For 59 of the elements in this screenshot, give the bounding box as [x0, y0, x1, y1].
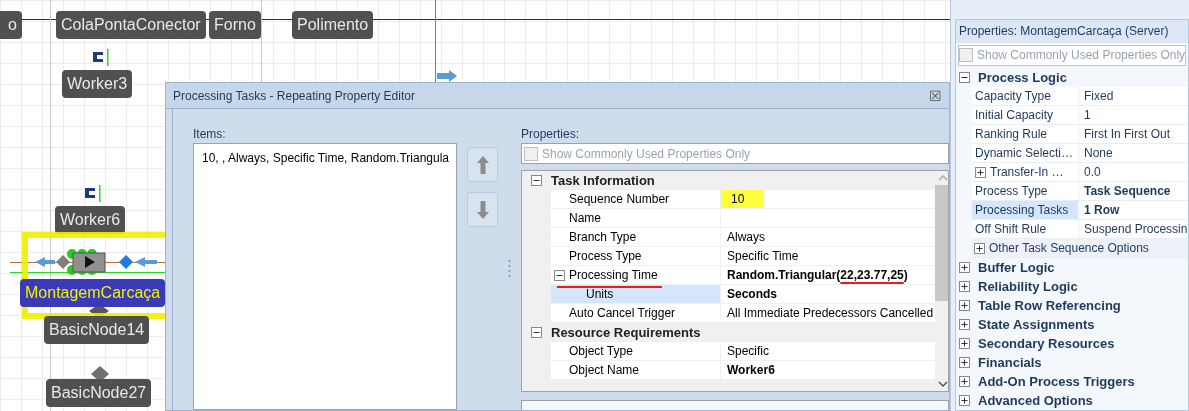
group-header[interactable]: Advanced Options: [978, 390, 1093, 410]
items-label: Items:: [193, 126, 227, 141]
move-up-button[interactable]: [467, 147, 498, 182]
expand-icon[interactable]: [959, 395, 970, 406]
expand-icon[interactable]: [974, 242, 985, 254]
object-label[interactable]: BasicNode14: [44, 316, 150, 344]
down-arrow-icon: [476, 200, 489, 219]
up-arrow-icon: [476, 155, 489, 174]
group-header[interactable]: Task Information: [551, 171, 655, 191]
group-header[interactable]: Add-On Process Triggers: [978, 371, 1135, 392]
checkbox-icon[interactable]: [959, 48, 973, 63]
object-label[interactable]: BasicNode27: [46, 379, 152, 407]
group-header[interactable]: Process Logic: [978, 67, 1067, 88]
move-down-button[interactable]: [467, 192, 498, 227]
checkbox-icon[interactable]: [524, 146, 538, 161]
expand-icon[interactable]: [959, 300, 970, 311]
expand-icon[interactable]: [959, 338, 970, 349]
property-value[interactable]: 10: [721, 190, 765, 208]
list-item[interactable]: 10, , Always, Specific Time, Random.Triangula: [202, 149, 448, 167]
panel-title: Properties: MontagemCarcaça (Server): [956, 20, 1188, 43]
group-header[interactable]: Resource Requirements: [551, 322, 701, 343]
splitter-grip-icon[interactable]: [508, 258, 511, 277]
scroll-thumb[interactable]: [935, 185, 948, 301]
expand-icon[interactable]: [959, 281, 970, 292]
property-value[interactable]: 1: [1084, 106, 1091, 124]
worker-icon[interactable]: [85, 185, 102, 202]
group-header[interactable]: Reliability Logic: [978, 276, 1078, 297]
object-label[interactable]: Forno: [209, 11, 261, 39]
close-button[interactable]: ☒: [929, 88, 942, 103]
expand-icon[interactable]: [959, 376, 970, 387]
expand-icon[interactable]: [975, 166, 986, 178]
expand-icon[interactable]: [959, 262, 970, 273]
worker-icon[interactable]: [93, 49, 110, 66]
object-label[interactable]: Worker3: [62, 70, 133, 98]
property-name[interactable]: Units: [586, 285, 614, 303]
collapse-icon[interactable]: [554, 269, 565, 281]
collapse-icon[interactable]: [959, 72, 970, 83]
items-list[interactable]: 10, , Always, Specific Time, Random.Triangula: [193, 143, 457, 410]
node-icon[interactable]: [91, 366, 109, 382]
object-label[interactable]: MontagemCarcaça: [20, 279, 166, 307]
collapse-icon[interactable]: [531, 327, 542, 338]
expand-icon[interactable]: [959, 357, 970, 368]
object-label[interactable]: ColaPontaConector: [56, 11, 206, 39]
property-value[interactable]: Always: [725, 228, 767, 246]
dialog-title: Processing Tasks - Repeating Property Editor: [173, 87, 415, 105]
collapse-icon[interactable]: [531, 175, 542, 186]
group-header[interactable]: Financials: [978, 352, 1042, 373]
group-header[interactable]: Buffer Logic: [978, 257, 1055, 278]
object-label[interactable]: Polimento: [292, 11, 374, 39]
group-header[interactable]: Table Row Referencing: [978, 295, 1121, 316]
object-label[interactable]: Worker6: [55, 206, 126, 234]
property-name[interactable]: Name: [569, 209, 601, 227]
properties-label: Properties:: [521, 126, 581, 141]
group-header[interactable]: State Assignments: [978, 314, 1095, 335]
property-value[interactable]: 0.0: [1084, 163, 1101, 181]
group-header[interactable]: Secondary Resources: [978, 333, 1115, 354]
connector-icon[interactable]: [437, 70, 457, 82]
object-label[interactable]: o: [0, 11, 22, 39]
expand-icon[interactable]: [959, 319, 970, 330]
